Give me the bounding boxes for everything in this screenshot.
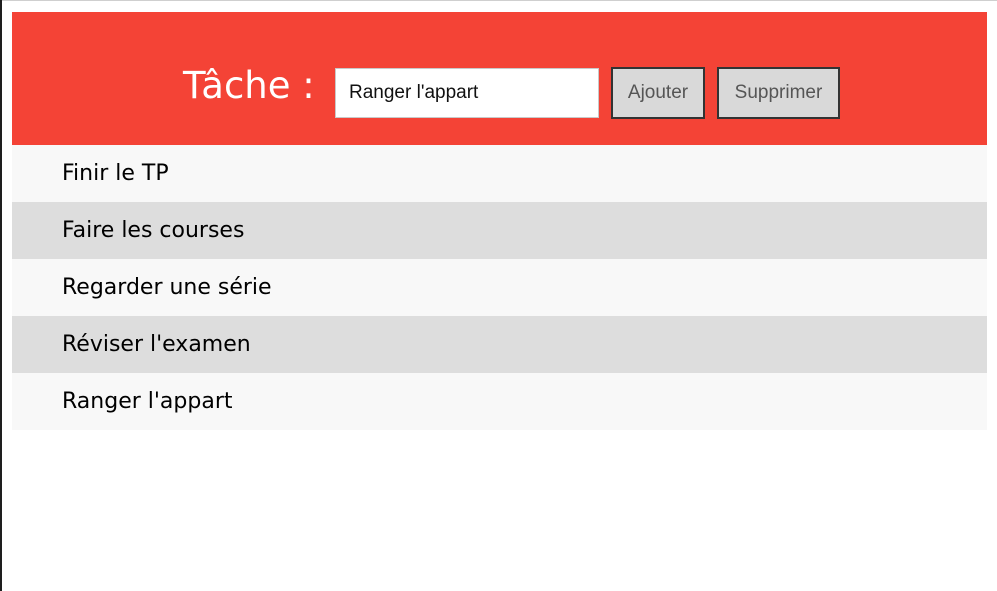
window-left-edge <box>0 0 2 591</box>
task-item[interactable]: Regarder une série <box>12 259 987 316</box>
task-item[interactable]: Finir le TP <box>12 145 987 202</box>
task-label: Tâche : <box>183 64 315 107</box>
task-item[interactable]: Réviser l'examen <box>12 316 987 373</box>
add-button[interactable]: Ajouter <box>611 67 705 119</box>
delete-button[interactable]: Supprimer <box>717 67 840 119</box>
task-item[interactable]: Ranger l'appart <box>12 373 987 430</box>
task-item[interactable]: Faire les courses <box>12 202 987 259</box>
task-input[interactable] <box>335 68 599 118</box>
task-header: Tâche : Ajouter Supprimer <box>12 12 987 145</box>
task-list: Finir le TP Faire les courses Regarder u… <box>12 145 987 430</box>
window-top-edge <box>0 0 997 1</box>
